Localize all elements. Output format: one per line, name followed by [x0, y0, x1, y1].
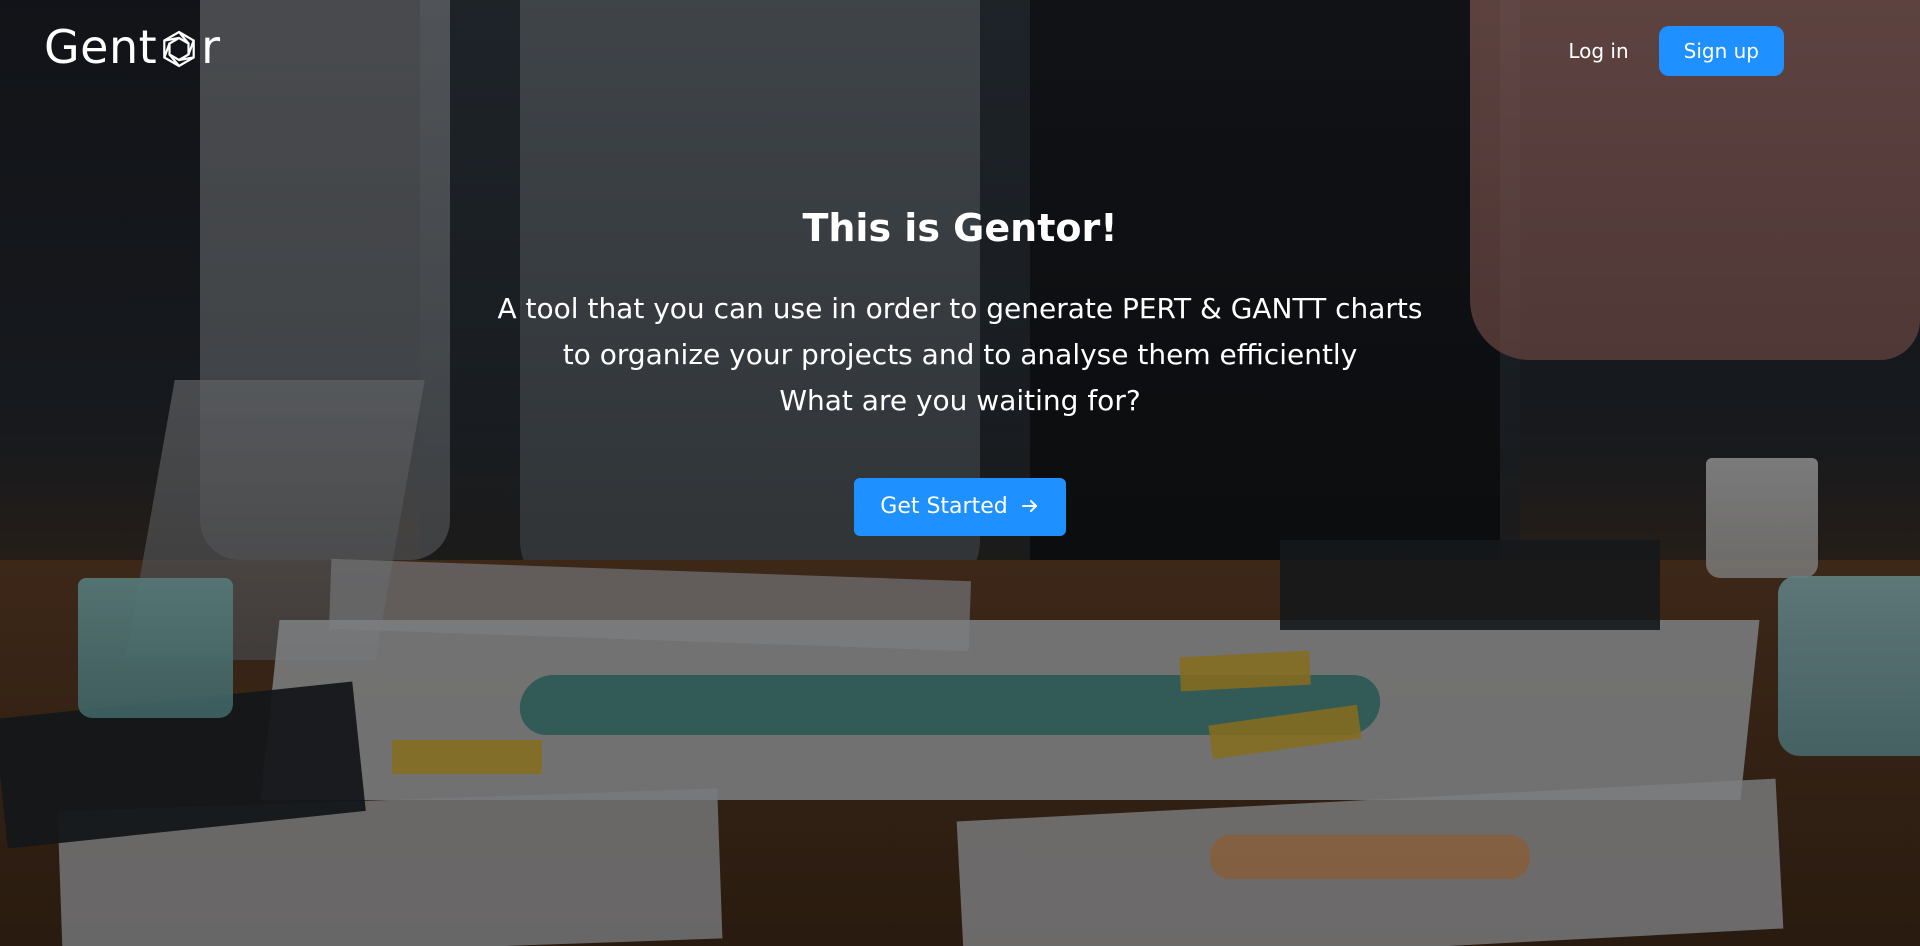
logo[interactable]: Gent r: [44, 24, 221, 70]
hero-content: This is Gentor! A tool that you can use …: [0, 206, 1920, 536]
hero-title: This is Gentor!: [802, 206, 1118, 250]
login-link[interactable]: Log in: [1568, 39, 1628, 63]
hexagon-knot-icon: [159, 29, 199, 69]
arrow-right-icon: [1020, 496, 1040, 516]
get-started-button[interactable]: Get Started: [854, 477, 1066, 536]
hero-section: Gent r Log in Sign up This is Gentor! A …: [0, 0, 1920, 946]
hero-description-line: A tool that you can use in order to gene…: [497, 291, 1423, 325]
navbar: Gent r Log in Sign up: [0, 0, 1920, 100]
logo-text-end: r: [201, 20, 221, 74]
nav-actions: Log in Sign up: [1568, 26, 1784, 76]
hero-description-line: What are you waiting for?: [779, 383, 1141, 417]
hero-description-line: to organize your projects and to analyse…: [562, 337, 1358, 371]
signup-button[interactable]: Sign up: [1658, 26, 1784, 76]
get-started-label: Get Started: [880, 493, 1008, 519]
logo-text-start: Gent: [44, 20, 158, 74]
